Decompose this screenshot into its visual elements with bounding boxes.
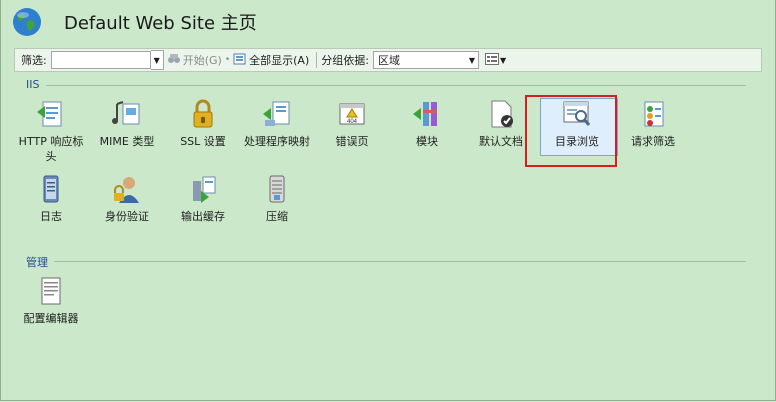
filter-toolbar: 筛选: ▼ 开始(G) • 全部显示(A) 分组依据: 区域 ▼ ▼ [14,48,762,72]
request-filtering-icon [637,98,669,130]
feature-compression[interactable]: 压缩 [240,173,314,224]
feature-label: 请求筛选 [631,135,675,148]
start-button-label: 开始(G) [182,54,222,67]
default-document-icon [485,98,517,130]
feature-label: HTTP 响应标头 [18,135,84,163]
group-heading-iis: IIS [26,78,39,91]
feature-modules[interactable]: 模块 [390,98,464,149]
feature-label: 目录浏览 [555,135,599,148]
feature-label: SSL 设置 [180,135,226,148]
group-by-label: 分组依据: [321,54,369,67]
configuration-editor-icon [35,275,67,307]
http-response-headers-icon [35,98,67,130]
modules-icon [411,98,443,130]
feature-label: 日志 [40,210,62,223]
feature-http-response-headers[interactable]: HTTP 响应标头 [14,98,88,164]
chevron-down-icon: ▼ [468,55,476,65]
chevron-down-icon: ▼ [153,55,160,65]
group-divider [46,85,746,86]
start-button[interactable]: 开始(G) [164,52,225,68]
feature-mime-types[interactable]: MIME 类型 [90,98,164,149]
feature-logging[interactable]: 日志 [14,173,88,224]
show-all-label: 全部显示(A) [249,54,310,67]
feature-authentication[interactable]: 身份验证 [90,173,164,224]
feature-ssl-settings[interactable]: SSL 设置 [166,98,240,149]
error-pages-404-icon: 404 [336,98,368,130]
feature-error-pages[interactable]: 404 错误页 [315,98,389,149]
output-caching-icon [187,173,219,205]
group-label-management: 管理 [26,256,48,269]
show-all-button[interactable]: 全部显示(A) [230,52,312,69]
filter-label: 筛选: [21,54,47,67]
filter-input[interactable] [50,51,151,69]
toolbar-separator [316,52,318,68]
authentication-icon [111,173,143,205]
group-label-iis: IIS [26,78,40,91]
feature-label: 模块 [416,135,438,148]
feature-output-caching[interactable]: 输出缓存 [166,173,240,224]
feature-configuration-editor[interactable]: 配置编辑器 [14,275,88,326]
feature-label: 错误页 [335,135,369,148]
group-by-value: 区域 [377,54,400,67]
directory-browsing-icon [561,98,593,130]
feature-label: 压缩 [266,210,288,223]
feature-label: 默认文档 [479,135,523,148]
feature-default-document[interactable]: 默认文档 [464,98,538,149]
chevron-down-icon: ▼ [499,55,507,65]
feature-request-filtering[interactable]: 请求筛选 [616,98,690,149]
filter-dropdown-button[interactable]: ▼ [150,50,164,70]
page-title: Default Web Site 主页 [64,13,257,34]
view-mode-button[interactable]: ▼ [484,52,507,68]
show-all-icon [233,52,247,69]
group-heading-management: 管理 [26,254,48,270]
feature-directory-browsing[interactable]: 目录浏览 [540,98,614,149]
handler-mappings-icon [261,98,293,130]
binoculars-icon [167,53,181,68]
globe-icon [12,7,42,37]
group-by-select[interactable]: 区域 ▼ [372,51,479,69]
feature-handler-mappings[interactable]: 处理程序映射 [240,98,314,149]
ssl-lock-icon [187,98,219,130]
feature-label: 输出缓存 [181,210,225,223]
feature-label: 身份验证 [105,210,149,223]
feature-label: MIME 类型 [99,135,155,148]
logging-icon [35,173,67,205]
feature-label: 配置编辑器 [23,312,79,325]
compression-icon [261,173,293,205]
mime-types-icon [111,98,143,130]
svg-text:404: 404 [347,119,358,125]
page-header: Default Web Site 主页 [12,6,257,38]
view-list-icon [484,52,499,68]
group-divider [54,261,746,262]
feature-label: 处理程序映射 [244,135,310,148]
